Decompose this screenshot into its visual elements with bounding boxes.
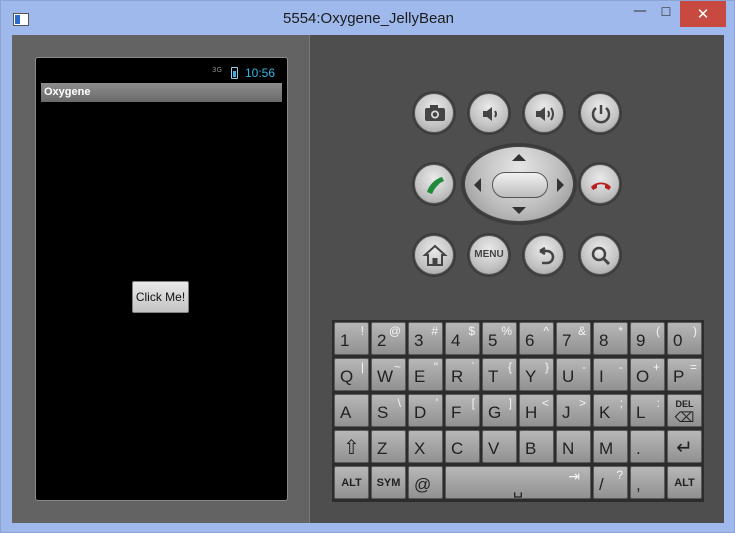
key-3[interactable]: 3 # <box>408 322 443 355</box>
dpad-center-button[interactable] <box>492 172 548 198</box>
key-9[interactable]: 9( <box>630 322 665 355</box>
key-w[interactable]: W ~ <box>371 358 406 391</box>
key-j[interactable]: J > <box>556 394 591 427</box>
key-comma[interactable]: , <box>630 466 665 499</box>
key-at[interactable]: @ <box>408 466 443 499</box>
menu-button-label: MENU <box>474 249 504 260</box>
key-k[interactable]: K; <box>593 394 628 427</box>
key-y[interactable]: Y} <box>519 358 554 391</box>
key-alt-right[interactable]: ALT <box>667 466 702 499</box>
camera-button[interactable] <box>414 93 454 133</box>
hardware-keyboard: 1! 2 @ 3 # 4 $ 5% 6 ^ 7 & 8 * 9( 0) Q | W ~ E " R… <box>332 320 704 502</box>
back-icon <box>539 246 555 265</box>
battery-icon <box>231 67 238 79</box>
key-8[interactable]: 8 * <box>593 322 628 355</box>
network-signal-icon: 3G <box>212 66 222 74</box>
device-frame: 3G 10:56 Oxygene Click Me! <box>12 35 310 523</box>
app-title: Oxygene <box>44 86 91 98</box>
app-title-bar: Oxygene <box>41 83 282 102</box>
speaker-low-icon <box>483 107 497 121</box>
back-button[interactable] <box>524 235 564 275</box>
backspace-icon: ⌫ <box>674 409 695 425</box>
key-6[interactable]: 6 ^ <box>519 322 554 355</box>
space-icon: ␣ <box>512 481 524 498</box>
key-0[interactable]: 0) <box>667 322 702 355</box>
key-s[interactable]: S \ <box>371 394 406 427</box>
key-sym[interactable]: SYM <box>371 466 406 499</box>
volume-up-button[interactable] <box>524 93 564 133</box>
key-i[interactable]: I- <box>593 358 628 391</box>
power-icon <box>591 105 611 124</box>
emulator-window: 5554:Oxygene_JellyBean — ☐ ✕ 3G 10:56 Ox… <box>0 0 735 533</box>
status-clock: 10:56 <box>245 66 276 80</box>
key-h[interactable]: H < <box>519 394 554 427</box>
enter-icon: ↵ <box>676 435 693 459</box>
key-a[interactable]: A <box>334 394 369 427</box>
status-bar: 3G 10:56 <box>36 58 287 83</box>
key-slash[interactable]: /? <box>593 466 628 499</box>
key-shift[interactable]: ⇧ <box>334 430 369 463</box>
volume-down-button[interactable] <box>469 93 509 133</box>
key-space[interactable]: ⇥ ␣ <box>445 466 591 499</box>
home-button[interactable] <box>414 235 454 275</box>
key-5[interactable]: 5% <box>482 322 517 355</box>
key-p[interactable]: P = <box>667 358 702 391</box>
key-7[interactable]: 7 & <box>556 322 591 355</box>
device-screen[interactable]: 3G 10:56 Oxygene Click Me! <box>35 57 288 501</box>
key-t[interactable]: T{ <box>482 358 517 391</box>
shift-icon: ⇧ <box>343 435 360 459</box>
key-m[interactable]: M <box>593 430 628 463</box>
key-u[interactable]: U- <box>556 358 591 391</box>
key-e[interactable]: E " <box>408 358 443 391</box>
key-delete[interactable]: DEL ⌫ <box>667 394 702 427</box>
key-4[interactable]: 4 $ <box>445 322 480 355</box>
search-icon <box>591 246 611 266</box>
dpad[interactable] <box>464 146 574 222</box>
menu-button[interactable]: MENU <box>469 235 509 275</box>
key-period[interactable]: . <box>630 430 665 463</box>
power-button[interactable] <box>580 93 620 133</box>
click-me-button[interactable]: Click Me! <box>132 281 189 313</box>
key-q[interactable]: Q | <box>334 358 369 391</box>
key-d[interactable]: D ' <box>408 394 443 427</box>
phone-green-icon <box>427 177 444 194</box>
maximize-button[interactable]: ☐ <box>653 1 679 27</box>
key-n[interactable]: N <box>556 430 591 463</box>
window-title: 5554:Oxygene_JellyBean <box>283 10 454 27</box>
home-icon <box>422 244 448 266</box>
key-o[interactable]: O + <box>630 358 665 391</box>
key-f[interactable]: F[ <box>445 394 480 427</box>
key-l[interactable]: L: <box>630 394 665 427</box>
dpad-down-icon[interactable] <box>512 207 526 214</box>
key-alt-left[interactable]: ALT <box>334 466 369 499</box>
dpad-right-icon[interactable] <box>557 178 564 192</box>
call-button[interactable] <box>414 164 454 204</box>
delete-key-label: DEL <box>675 399 694 409</box>
camera-icon <box>425 105 445 121</box>
minimize-button[interactable]: — <box>627 1 653 27</box>
speaker-high-icon <box>536 107 554 121</box>
dpad-up-icon[interactable] <box>512 154 526 161</box>
dpad-left-icon[interactable] <box>474 178 481 192</box>
key-r[interactable]: R ` <box>445 358 480 391</box>
key-2[interactable]: 2 @ <box>371 322 406 355</box>
phone-red-icon <box>591 182 611 190</box>
end-call-button[interactable] <box>580 164 620 204</box>
search-button[interactable] <box>580 235 620 275</box>
key-1[interactable]: 1! <box>334 322 369 355</box>
key-v[interactable]: V <box>482 430 517 463</box>
title-bar[interactable]: 5554:Oxygene_JellyBean — ☐ ✕ <box>1 1 734 35</box>
key-b[interactable]: B <box>519 430 554 463</box>
key-g[interactable]: G] <box>482 394 517 427</box>
key-enter[interactable]: ↵ <box>667 430 702 463</box>
emulator-body: 3G 10:56 Oxygene Click Me! MENU 1 ! 2 @ … <box>12 35 724 523</box>
key-z[interactable]: Z <box>371 430 406 463</box>
key-c[interactable]: C <box>445 430 480 463</box>
key-x[interactable]: X <box>408 430 443 463</box>
close-button[interactable]: ✕ <box>680 1 726 27</box>
